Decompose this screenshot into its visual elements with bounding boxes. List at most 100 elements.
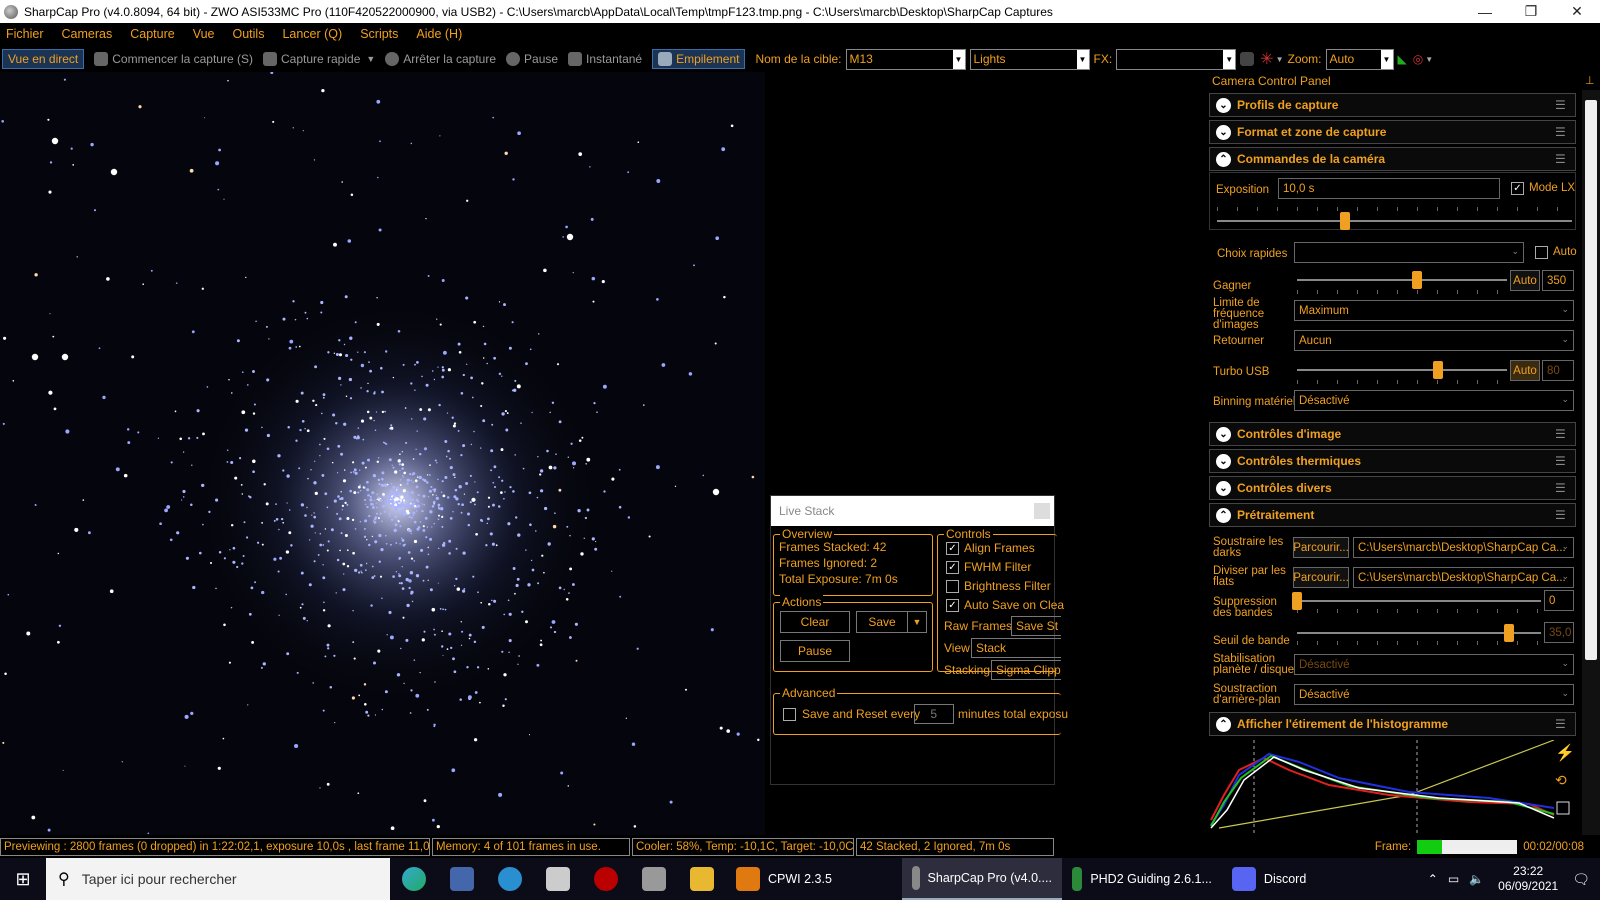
menu-icon[interactable]: ☰ bbox=[1555, 152, 1567, 166]
taskbar-app-sharpcap[interactable]: SharpCap Pro (v4.0.... bbox=[901, 858, 1062, 900]
menu-icon[interactable]: ☰ bbox=[1555, 508, 1567, 522]
notification-icon[interactable]: 🗨 bbox=[1572, 871, 1590, 888]
app6-taskbar-icon[interactable] bbox=[630, 858, 678, 900]
frame-type-combo[interactable]: Lights ▼ bbox=[969, 48, 1090, 70]
menu-icon[interactable]: ☰ bbox=[1555, 125, 1567, 139]
snapshot-button[interactable]: Instantané bbox=[568, 52, 642, 66]
section-histogram-stretch[interactable]: ⌃ Afficher l'étirement de l'histogramme ☰ bbox=[1209, 712, 1576, 736]
brightness-filter-checkbox[interactable] bbox=[946, 580, 959, 593]
exposure-input[interactable]: 10,0 s bbox=[1278, 178, 1500, 199]
menu-icon[interactable]: ☰ bbox=[1555, 717, 1567, 731]
reticle-button[interactable]: ✳ ▼ bbox=[1260, 49, 1283, 69]
stacking-combo[interactable]: Sigma Clipp bbox=[991, 660, 1061, 680]
menu-scripts[interactable]: Scripts bbox=[360, 27, 398, 41]
menu-launch[interactable]: Lancer (Q) bbox=[282, 27, 342, 41]
view-combo[interactable]: Stack bbox=[971, 638, 1061, 658]
taskbar-app-cpwi[interactable]: CPWI 2.3.5 bbox=[726, 858, 842, 900]
turbo-auto-button[interactable]: Auto bbox=[1510, 360, 1540, 381]
clear-button[interactable]: Clear bbox=[780, 611, 850, 633]
stacking-button[interactable]: Empilement bbox=[652, 49, 746, 69]
flats-browse-button[interactable]: Parcourir... bbox=[1293, 567, 1349, 588]
app2-taskbar-icon[interactable] bbox=[438, 858, 486, 900]
fps-limit-combo[interactable]: Maximum ⌄ bbox=[1294, 300, 1574, 321]
app3-taskbar-icon[interactable] bbox=[486, 858, 534, 900]
band-threshold-value-input[interactable]: 35,0 bbox=[1544, 622, 1574, 643]
image-viewer[interactable]: Live Stack Overview Frames Stacked: 42 F… bbox=[0, 72, 1180, 835]
gain-slider-thumb[interactable] bbox=[1411, 271, 1422, 289]
menu-tools[interactable]: Outils bbox=[233, 27, 265, 41]
live-view-button[interactable]: Vue en direct bbox=[2, 49, 85, 69]
app5-taskbar-icon[interactable] bbox=[582, 858, 630, 900]
auto-save-checkbox[interactable]: ✓ bbox=[946, 599, 959, 612]
fx-combo[interactable]: ▼ bbox=[1116, 48, 1237, 70]
minimize-button[interactable]: — bbox=[1462, 0, 1508, 23]
maximize-button[interactable]: ❐ bbox=[1508, 0, 1554, 23]
focus-button[interactable]: ◎ ▼ bbox=[1413, 52, 1433, 66]
menu-help[interactable]: Aide (H) bbox=[416, 27, 462, 41]
flats-path-combo[interactable]: C:\Users\marcb\Desktop\SharpCap Ca... ⌄ bbox=[1353, 567, 1574, 588]
flip-combo[interactable]: Aucun ⌄ bbox=[1294, 330, 1574, 351]
chevron-down-icon[interactable]: ▼ bbox=[366, 54, 375, 64]
quick-capture-button[interactable]: Capture rapide ▼ bbox=[262, 52, 375, 66]
quick-choice-combo[interactable]: ⌄ bbox=[1294, 242, 1524, 263]
taskbar-clock[interactable]: 23:22 06/09/2021 bbox=[1498, 864, 1558, 894]
start-capture-button[interactable]: Commencer la capture (S) bbox=[94, 52, 253, 66]
stabilization-combo[interactable]: Désactivé ⌄ bbox=[1294, 654, 1574, 675]
histogram-stretch-chart[interactable]: ⚡ ⟲ bbox=[1209, 740, 1576, 835]
band-threshold-slider-thumb[interactable] bbox=[1504, 624, 1515, 642]
histogram-button[interactable]: ◣ bbox=[1398, 52, 1407, 66]
scrollbar-thumb[interactable] bbox=[1585, 100, 1597, 660]
gain-value-input[interactable]: 350 bbox=[1542, 270, 1574, 291]
network-icon[interactable]: ▭ bbox=[1448, 872, 1459, 886]
panel-scrollbar[interactable] bbox=[1582, 90, 1600, 835]
menu-file[interactable]: Fichier bbox=[6, 27, 44, 41]
turbo-slider-thumb[interactable] bbox=[1432, 361, 1443, 379]
grid-toggle[interactable] bbox=[1240, 52, 1255, 66]
menu-icon[interactable]: ☰ bbox=[1555, 454, 1567, 468]
section-image-controls[interactable]: ⌄ Contrôles d'image ☰ bbox=[1209, 422, 1576, 446]
edge-taskbar-icon[interactable] bbox=[390, 858, 438, 900]
section-capture-profiles[interactable]: ⌄ Profils de capture ☰ bbox=[1209, 93, 1576, 117]
section-thermal-controls[interactable]: ⌄ Contrôles thermiques ☰ bbox=[1209, 449, 1576, 473]
chevron-up-icon[interactable]: ⌃ bbox=[1428, 872, 1438, 886]
pin-icon[interactable]: ⊥ bbox=[1585, 74, 1595, 87]
stop-capture-button[interactable]: Arrêter la capture bbox=[385, 52, 496, 66]
pause-button[interactable]: Pause bbox=[506, 52, 558, 66]
pause-stack-button[interactable]: Pause bbox=[780, 640, 850, 662]
menu-capture[interactable]: Capture bbox=[130, 27, 174, 41]
save-reset-spinner[interactable]: 5 bbox=[914, 704, 954, 724]
raw-frames-combo[interactable]: Save St bbox=[1011, 616, 1061, 636]
darks-browse-button[interactable]: Parcourir... bbox=[1293, 537, 1349, 558]
section-camera-controls[interactable]: ⌃ Commandes de la caméra ☰ bbox=[1209, 147, 1576, 171]
save-dropdown[interactable]: ▼ bbox=[907, 611, 927, 633]
zoom-combo[interactable]: Auto ▼ bbox=[1325, 48, 1394, 70]
app4-taskbar-icon[interactable] bbox=[534, 858, 582, 900]
taskbar-app-discord[interactable]: Discord bbox=[1222, 858, 1316, 900]
fwhm-filter-checkbox[interactable]: ✓ bbox=[946, 561, 959, 574]
gain-auto-button[interactable]: Auto bbox=[1510, 270, 1540, 291]
section-capture-format[interactable]: ⌄ Format et zone de capture ☰ bbox=[1209, 120, 1576, 144]
save-button[interactable]: Save bbox=[856, 611, 908, 633]
darks-path-combo[interactable]: C:\Users\marcb\Desktop\SharpCap Ca... ⌄ bbox=[1353, 537, 1574, 558]
taskbar-app-phd2[interactable]: PHD2 Guiding 2.6.1... bbox=[1062, 858, 1222, 900]
target-name-combo[interactable]: M13 ▼ bbox=[845, 48, 966, 70]
close-button[interactable]: ✕ bbox=[1554, 0, 1600, 23]
section-preprocessing[interactable]: ⌃ Prétraitement ☰ bbox=[1209, 503, 1576, 527]
mode-lx-checkbox[interactable]: ✓ bbox=[1511, 182, 1524, 195]
live-stack-close-button[interactable] bbox=[1034, 503, 1050, 519]
file-explorer-taskbar-icon[interactable] bbox=[678, 858, 726, 900]
banding-slider-thumb[interactable] bbox=[1292, 592, 1302, 610]
volume-icon[interactable]: 🔈 bbox=[1469, 872, 1484, 886]
section-misc-controls[interactable]: ⌄ Contrôles divers ☰ bbox=[1209, 476, 1576, 500]
reset-icon[interactable]: ⟲ bbox=[1555, 772, 1567, 788]
menu-view[interactable]: Vue bbox=[193, 27, 215, 41]
lightning-icon[interactable]: ⚡ bbox=[1555, 743, 1575, 762]
menu-icon[interactable]: ☰ bbox=[1555, 98, 1567, 112]
windows-start-button[interactable]: ⊞ bbox=[0, 858, 46, 900]
banding-value-input[interactable]: 0 bbox=[1544, 590, 1574, 611]
menu-cameras[interactable]: Cameras bbox=[62, 27, 113, 41]
menu-icon[interactable]: ☰ bbox=[1555, 481, 1567, 495]
exposure-slider-thumb[interactable] bbox=[1339, 212, 1350, 230]
background-subtraction-combo[interactable]: Désactivé ⌄ bbox=[1294, 684, 1574, 705]
menu-icon[interactable]: ☰ bbox=[1555, 427, 1567, 441]
